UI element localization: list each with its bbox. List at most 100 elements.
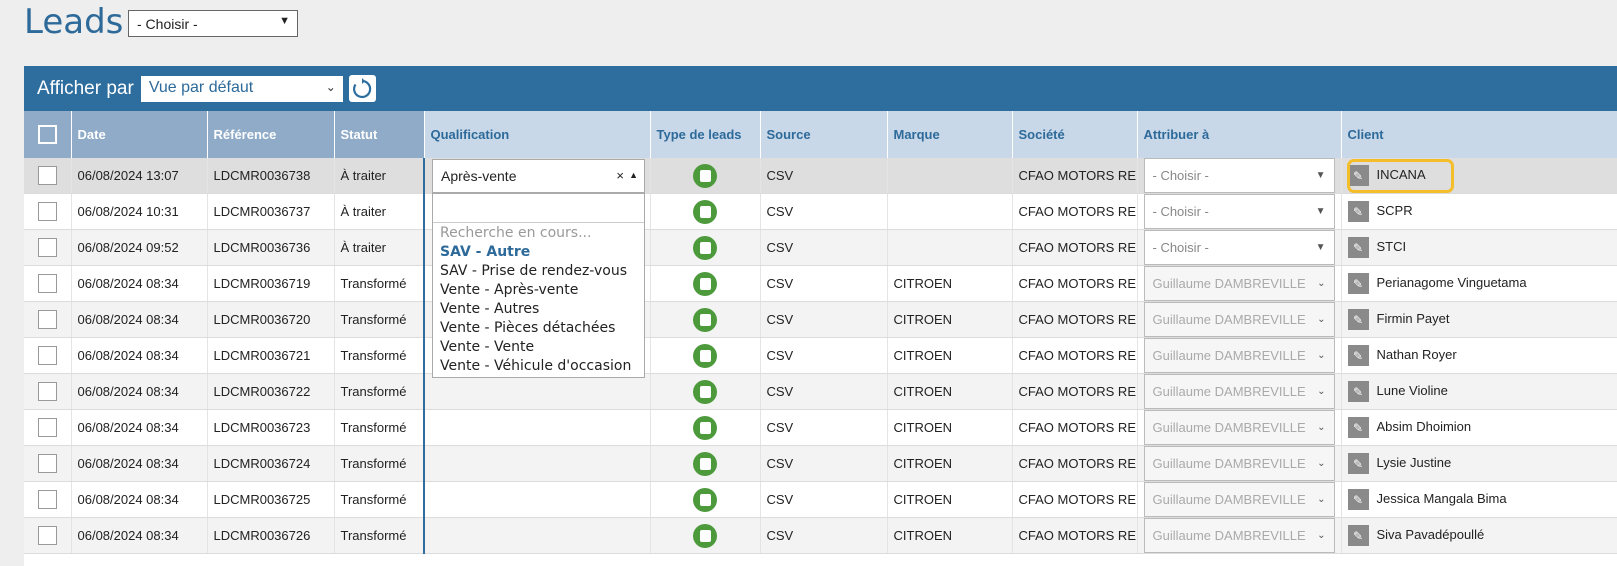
pencil-icon[interactable]: ✎: [1347, 417, 1369, 438]
assign-select[interactable]: Guillaume DAMBREVILLE ⌄: [1143, 374, 1335, 409]
pencil-icon[interactable]: ✎: [1347, 381, 1369, 402]
table-row[interactable]: 06/08/2024 10:31 LDCMR0036737 À traiter CSV…: [24, 193, 1617, 230]
assign-select[interactable]: - Choisir - ▼: [1143, 194, 1335, 229]
col-qualification[interactable]: Qualification: [424, 111, 651, 158]
assign-select[interactable]: Guillaume DAMBREVILLE ⌄: [1143, 446, 1335, 481]
col-client[interactable]: Client: [1341, 111, 1617, 158]
table-row[interactable]: 06/08/2024 13:07 LDCMR0036738 À traiter CSV…: [24, 158, 1617, 194]
assign-select[interactable]: Guillaume DAMBREVILLE ⌄: [1143, 482, 1335, 517]
client-name[interactable]: Siva Pavadépoullé: [1377, 527, 1485, 542]
table-row[interactable]: 06/08/2024 08:34 LDCMR0036726 Transformé CS…: [24, 517, 1617, 554]
pencil-icon[interactable]: ✎: [1347, 165, 1369, 186]
client-name[interactable]: SCPR: [1377, 203, 1413, 218]
dropdown-option[interactable]: Vente - Véhicule d'occasion: [433, 357, 644, 376]
cell-qualification[interactable]: [423, 409, 651, 446]
row-checkbox[interactable]: [24, 158, 72, 194]
client-name[interactable]: Jessica Mangala Bima: [1377, 491, 1507, 506]
client-name[interactable]: Perianagome Vinguetama: [1377, 275, 1527, 290]
refresh-button[interactable]: [348, 75, 376, 102]
row-checkbox[interactable]: [24, 229, 72, 266]
dropdown-option[interactable]: Vente - Autres: [433, 300, 644, 319]
client-name[interactable]: INCANA: [1377, 167, 1426, 182]
dropdown-option[interactable]: Vente - Après-vente: [433, 281, 644, 300]
client-name[interactable]: Absim Dhoimion: [1377, 419, 1472, 434]
lead-filter-select[interactable]: - Choisir - ▼: [128, 10, 298, 37]
table-row[interactable]: 06/08/2024 08:34 LDCMR0036725 Transformé CS…: [24, 481, 1617, 518]
client-name[interactable]: Firmin Payet: [1377, 311, 1450, 326]
row-checkbox[interactable]: [24, 301, 72, 338]
cell-societe: CFAO MOTORS REI: [1012, 229, 1138, 266]
cell-attribuer: Guillaume DAMBREVILLE ⌄: [1137, 481, 1342, 518]
table-row[interactable]: 06/08/2024 09:52 LDCMR0036736 À traiter CSV…: [24, 229, 1617, 266]
assign-select-value: Guillaume DAMBREVILLE: [1152, 456, 1306, 471]
row-checkbox[interactable]: [24, 373, 72, 410]
col-reference[interactable]: Référence: [207, 111, 335, 158]
client-name[interactable]: Nathan Royer: [1377, 347, 1457, 362]
pencil-icon[interactable]: ✎: [1347, 201, 1369, 222]
pencil-icon[interactable]: ✎: [1347, 489, 1369, 510]
qualification-dropdown: Recherche en cours... SAV - Autre SAV - P…: [432, 193, 645, 378]
cell-qualification[interactable]: [423, 445, 651, 482]
view-select[interactable]: Vue par défaut ⌄: [140, 75, 343, 102]
pencil-icon[interactable]: ✎: [1347, 345, 1369, 366]
dropdown-option[interactable]: SAV - Prise de rendez-vous: [433, 262, 644, 281]
row-checkbox[interactable]: [24, 481, 72, 518]
col-date[interactable]: Date: [71, 111, 208, 158]
cell-ref: LDCMR0036724: [207, 445, 335, 482]
table-row[interactable]: 06/08/2024 08:34 LDCMR0036722 Transformé CS…: [24, 373, 1617, 410]
assign-select[interactable]: Guillaume DAMBREVILLE ⌄: [1143, 302, 1335, 337]
table-row[interactable]: 06/08/2024 08:34 LDCMR0036720 Transformé CS…: [24, 301, 1617, 338]
cell-marque: CITROEN: [887, 409, 1013, 446]
dropdown-option[interactable]: SAV - Autre: [433, 243, 644, 262]
row-checkbox[interactable]: [24, 265, 72, 302]
cell-qualification[interactable]: [423, 517, 651, 554]
col-statut[interactable]: Statut: [334, 111, 425, 158]
cell-date: 06/08/2024 08:34: [71, 481, 208, 518]
table-row[interactable]: 06/08/2024 08:34 LDCMR0036719 Transformé CS…: [24, 265, 1617, 302]
cell-qualification[interactable]: [423, 481, 651, 518]
cell-statut: Transformé: [334, 481, 425, 518]
assign-select[interactable]: - Choisir - ▼: [1143, 230, 1335, 265]
row-checkbox[interactable]: [24, 445, 72, 482]
pencil-icon[interactable]: ✎: [1347, 525, 1369, 546]
qualification-select[interactable]: Après-vente × ▲: [432, 159, 645, 193]
col-type[interactable]: Type de leads: [650, 111, 761, 158]
clear-icon[interactable]: ×: [616, 168, 624, 183]
row-checkbox[interactable]: [24, 337, 72, 374]
col-attribuer[interactable]: Attribuer à: [1137, 111, 1342, 158]
assign-select[interactable]: Guillaume DAMBREVILLE ⌄: [1143, 338, 1335, 373]
row-checkbox[interactable]: [24, 193, 72, 230]
dropdown-search-input[interactable]: [433, 194, 644, 223]
cell-date: 06/08/2024 08:34: [71, 337, 208, 374]
cell-qualification[interactable]: [423, 373, 651, 410]
col-source[interactable]: Source: [760, 111, 888, 158]
cell-ref: LDCMR0036719: [207, 265, 335, 302]
assign-select[interactable]: - Choisir - ▼: [1143, 158, 1335, 193]
assign-select[interactable]: Guillaume DAMBREVILLE ⌄: [1143, 266, 1335, 301]
dropdown-option[interactable]: Vente - Vente: [433, 338, 644, 357]
assign-select[interactable]: Guillaume DAMBREVILLE ⌄: [1143, 518, 1335, 553]
pencil-icon[interactable]: ✎: [1347, 273, 1369, 294]
cell-client: ✎ Jessica Mangala Bima: [1341, 481, 1617, 518]
cell-statut: Transformé: [334, 373, 425, 410]
dropdown-option[interactable]: Vente - Pièces détachées: [433, 319, 644, 338]
row-checkbox[interactable]: [24, 517, 72, 554]
assign-select-value: Guillaume DAMBREVILLE: [1152, 492, 1306, 507]
client-name[interactable]: Lysie Justine: [1377, 455, 1452, 470]
cell-marque: [887, 193, 1013, 230]
select-all-checkbox[interactable]: [24, 111, 72, 158]
pencil-icon[interactable]: ✎: [1347, 237, 1369, 258]
table-row[interactable]: 06/08/2024 08:34 LDCMR0036724 Transformé CS…: [24, 445, 1617, 482]
pencil-icon[interactable]: ✎: [1347, 309, 1369, 330]
assign-select[interactable]: Guillaume DAMBREVILLE ⌄: [1143, 410, 1335, 445]
row-checkbox[interactable]: [24, 409, 72, 446]
client-name[interactable]: Lune Violine: [1377, 383, 1448, 398]
client-name[interactable]: STCI: [1377, 239, 1407, 254]
table-row[interactable]: 06/08/2024 08:34 LDCMR0036723 Transformé CS…: [24, 409, 1617, 446]
col-marque[interactable]: Marque: [887, 111, 1013, 158]
pencil-icon[interactable]: ✎: [1347, 453, 1369, 474]
table-row[interactable]: 06/08/2024 08:34 LDCMR0036721 Transformé CS…: [24, 337, 1617, 374]
col-societe[interactable]: Société: [1012, 111, 1138, 158]
cell-source: CSV: [760, 409, 888, 446]
cell-type: [650, 517, 761, 554]
